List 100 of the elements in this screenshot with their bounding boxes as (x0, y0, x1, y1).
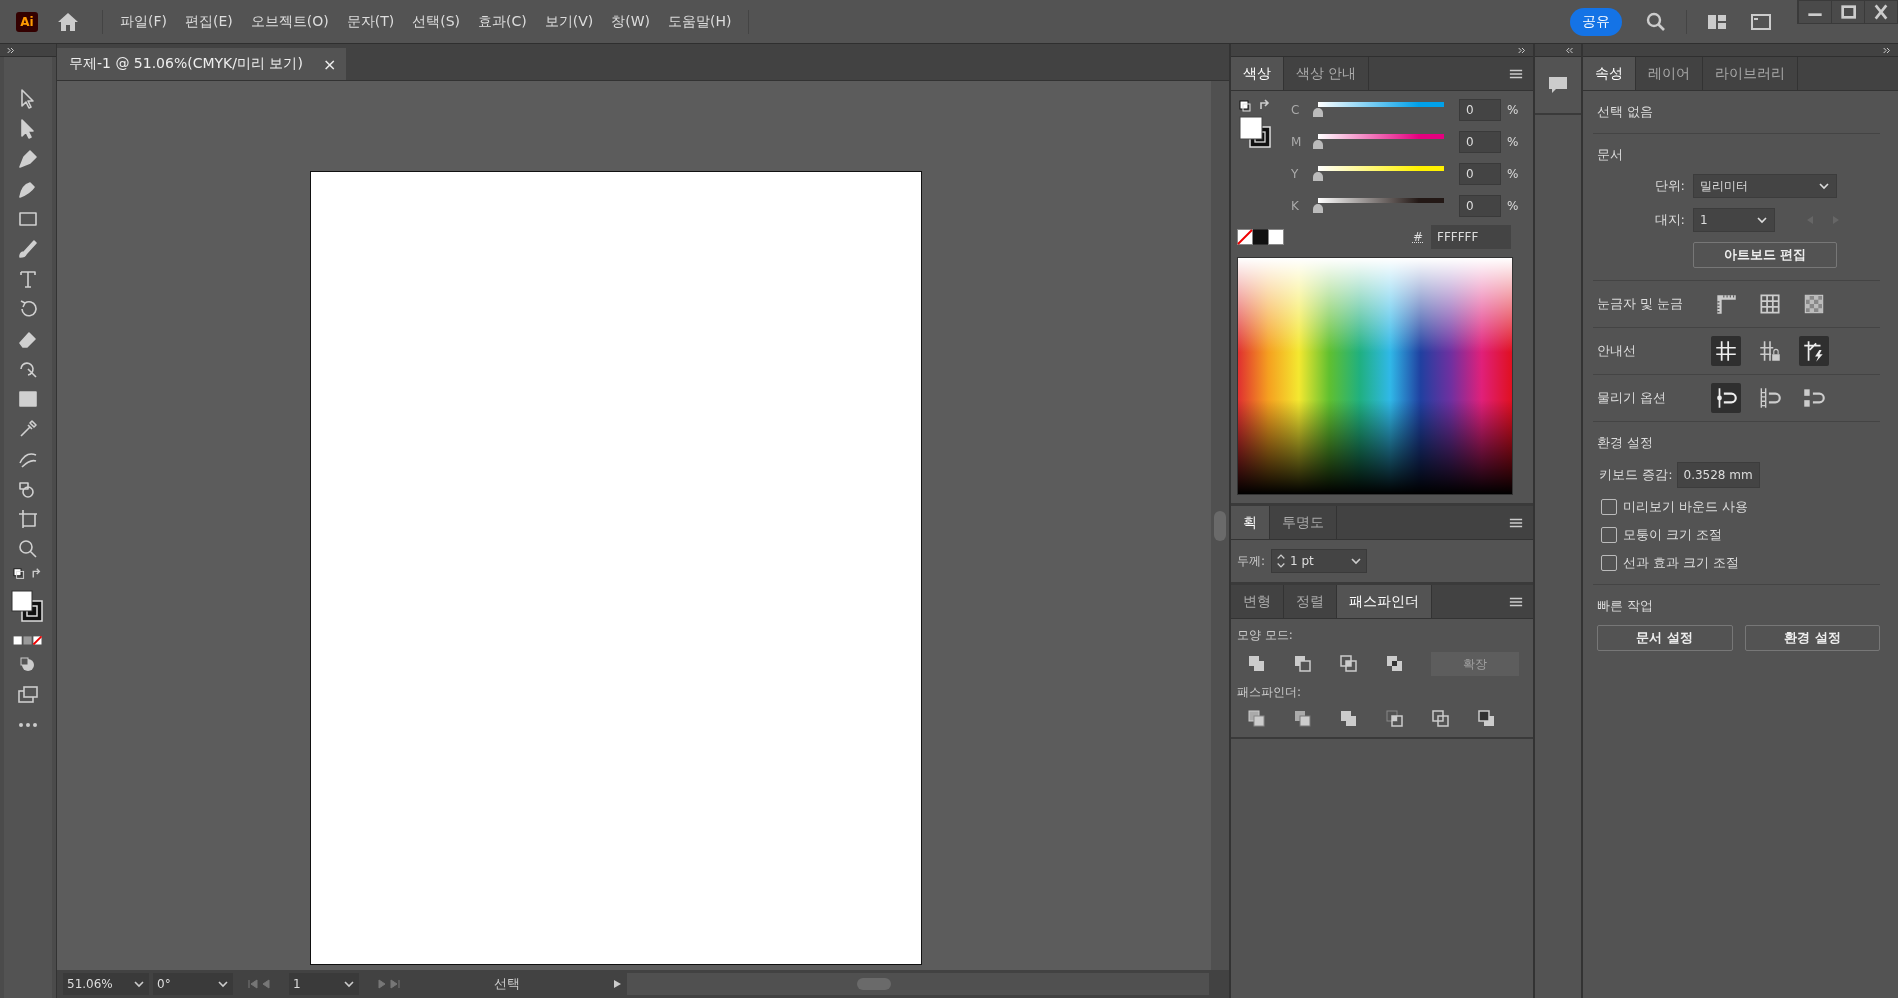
app-logo: Ai (16, 11, 38, 32)
unit-label: % (1507, 135, 1519, 149)
channel-label: C (1291, 103, 1301, 117)
divide-icon[interactable] (1247, 709, 1267, 729)
collapse-panel-icon[interactable] (1517, 46, 1527, 54)
field-label: 대지: (1653, 211, 1685, 229)
panel-tab[interactable]: 레이어 (1636, 57, 1703, 90)
quick-action-button[interactable]: 문서 설정 (1597, 625, 1733, 651)
field-label: 키보드 증감: (1599, 466, 1673, 484)
chevron-icon (343, 978, 355, 990)
quick-swatches-icon[interactable] (1237, 229, 1285, 245)
section-heading: 눈금자 및 눈금 (1597, 295, 1685, 313)
artboard-dropdown[interactable]: 1 (1693, 208, 1775, 232)
document-tab[interactable]: 무제-1 @ 51.06%(CMYK/미리 보기) × (57, 48, 347, 80)
checkbox-label: 모퉁이 크기 조절 (1623, 526, 1723, 544)
weight-field[interactable]: 1 pt (1271, 549, 1368, 573)
slider-thumb[interactable] (1313, 140, 1323, 149)
unit-label: % (1507, 103, 1519, 117)
section-label: 모양 모드: (1237, 627, 1294, 644)
merge-icon[interactable] (1339, 709, 1359, 729)
edit-artboards-button[interactable]: 아트보드 편집 (1693, 242, 1837, 268)
intersect-icon[interactable] (1339, 654, 1359, 674)
paintbrush-icon[interactable] (16, 237, 40, 261)
hex-field[interactable]: FFFFFF (1431, 225, 1511, 249)
share-button[interactable]: 공유 (1570, 7, 1622, 36)
document-title: 무제-1 @ 51.06%(CMYK/미리 보기) (69, 55, 303, 73)
unite-icon[interactable] (1247, 654, 1267, 674)
menu-item[interactable]: 파일(F) (111, 8, 176, 35)
checkbox[interactable] (1601, 499, 1617, 515)
keyboard-increment-field[interactable]: 0.3528 mm (1676, 462, 1760, 488)
slider-thumb[interactable] (1313, 204, 1323, 213)
vertical-scrollbar[interactable] (1211, 81, 1229, 970)
chevron-icon (1818, 180, 1830, 192)
quick-action-button[interactable]: 환경 설정 (1744, 625, 1880, 651)
panel-tab[interactable]: 패스파인더 (1337, 585, 1432, 618)
panel-tab[interactable]: 색상 (1231, 57, 1284, 90)
color-spectrum[interactable] (1237, 257, 1513, 495)
section-label: 패스파인더: (1237, 684, 1303, 701)
menu-item[interactable]: 보기(V) (535, 8, 603, 35)
checkbox[interactable] (1601, 527, 1617, 543)
checkbox[interactable] (1601, 555, 1617, 571)
trim-icon[interactable] (1293, 709, 1313, 729)
menu-icon[interactable] (1509, 595, 1523, 608)
outline-icon[interactable] (1431, 709, 1451, 729)
expand-panel-icon[interactable] (6, 46, 16, 54)
menu-item[interactable]: 문자(T) (337, 8, 404, 35)
zoom-field[interactable]: 51.06% (63, 973, 149, 995)
rotation-field[interactable]: 0° (153, 973, 233, 995)
chevron-icon (133, 978, 145, 990)
panel-tab[interactable]: 획 (1231, 506, 1270, 539)
snap-to-point-icon[interactable] (1711, 383, 1741, 413)
menu-item[interactable]: 도움말(H) (659, 8, 741, 35)
close-tab-button[interactable]: × (322, 54, 337, 74)
selection-status: 선택 없음 (1597, 103, 1655, 121)
slider-thumb[interactable] (1313, 172, 1323, 181)
panel-tab[interactable]: 투명도 (1270, 506, 1337, 539)
section-heading: 빠른 작업 (1597, 597, 1655, 615)
menu-icon[interactable] (1509, 516, 1523, 529)
value-field[interactable]: 0 (1459, 163, 1501, 185)
unit-label: % (1507, 167, 1519, 181)
value-field[interactable]: 0 (1459, 195, 1501, 217)
menu-item[interactable]: 창(W) (602, 8, 659, 35)
artboard-field[interactable]: 1 (289, 973, 359, 995)
minus-front-icon[interactable] (1293, 654, 1313, 674)
play-icon[interactable] (611, 978, 623, 990)
section-heading: 문서 (1597, 146, 1624, 164)
menu-item[interactable]: 효과(C) (469, 8, 536, 35)
menu-item[interactable]: 오브젝트(O) (241, 8, 338, 35)
crop-icon[interactable] (1385, 709, 1405, 729)
channel-label: Y (1291, 167, 1300, 181)
guides-icon[interactable] (1711, 336, 1741, 366)
chevron-icon (1350, 555, 1363, 567)
menu-item[interactable]: 편집(E) (176, 8, 242, 35)
collapse-panel-icon[interactable] (1882, 46, 1892, 54)
expand-panel-icon[interactable] (1565, 46, 1575, 54)
checkbox-label: 선과 효과 크기 조절 (1623, 554, 1740, 572)
smart-guides-icon[interactable] (1799, 336, 1829, 366)
panel-tab[interactable]: 라이브러리 (1703, 57, 1798, 90)
hex-label: # (1412, 230, 1423, 244)
horizontal-scrollbar[interactable] (627, 973, 1209, 995)
channel-label: K (1291, 199, 1300, 213)
panel-tab[interactable]: 변형 (1231, 585, 1284, 618)
panel-header-bar[interactable] (1535, 44, 1581, 57)
panel-tab[interactable]: 색상 안내 (1284, 57, 1370, 90)
channel-label: M (1291, 135, 1303, 149)
panel-tab[interactable]: 속성 (1583, 57, 1636, 90)
value-field[interactable]: 0 (1459, 99, 1501, 121)
exclude-icon[interactable] (1385, 654, 1405, 674)
pen-icon[interactable] (16, 147, 40, 171)
units-dropdown[interactable]: 밀리미터 (1693, 174, 1837, 198)
value-field[interactable]: 0 (1459, 131, 1501, 153)
section-heading: 안내선 (1597, 342, 1637, 360)
artboard-icon[interactable] (16, 507, 40, 531)
checkbox-label: 미리보기 바운드 사용 (1623, 498, 1749, 516)
menu-item[interactable]: 선택(S) (403, 8, 469, 35)
current-tool: 선택 (493, 975, 521, 993)
slider-thumb[interactable] (1313, 108, 1323, 117)
stepper-icon (1276, 552, 1287, 570)
minus-back-icon[interactable] (1477, 709, 1497, 729)
menu-icon[interactable] (1509, 67, 1523, 80)
